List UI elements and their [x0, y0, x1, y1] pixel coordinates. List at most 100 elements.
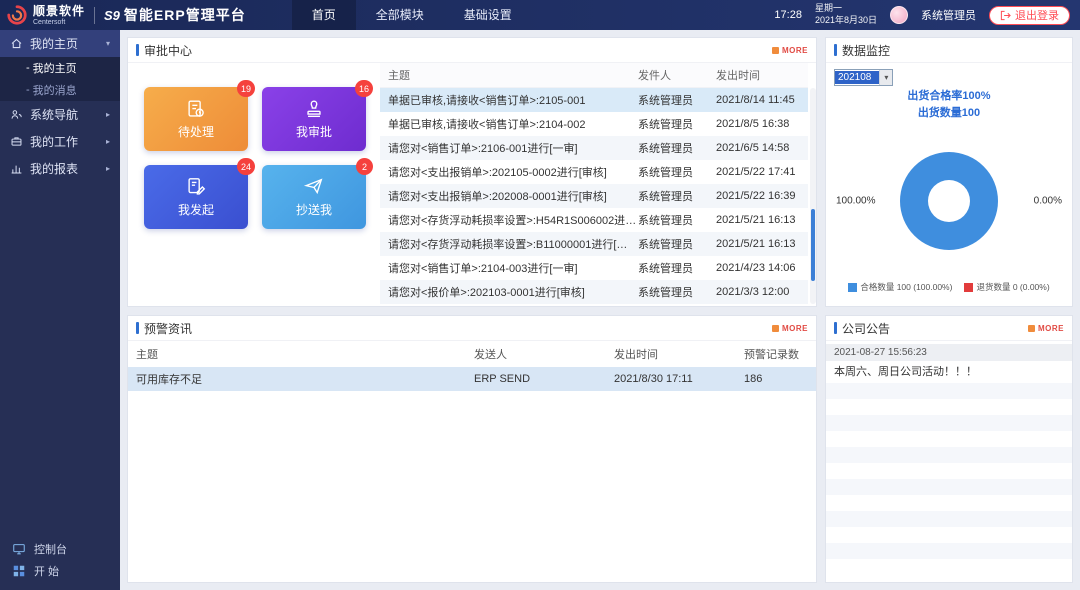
row-subject: 可用库存不足 [128, 371, 474, 387]
console-icon [12, 542, 26, 556]
alert-row[interactable]: 可用库存不足 ERP SEND 2021/8/30 17:11 186 [128, 367, 816, 391]
donut-label-left: 100.00% [836, 196, 875, 207]
col-sender: 发送人 [474, 346, 614, 362]
period-select[interactable]: 202108 ▾ [834, 69, 893, 86]
approvals-count-badge: 16 [355, 80, 373, 97]
approval-row[interactable]: 请您对<报价单>:202103-0001进行[审核] 系统管理员 2021/3/… [380, 280, 808, 304]
announcements-more-link[interactable]: MORE [1028, 324, 1064, 333]
title-accent-bar [136, 44, 139, 56]
row-time: 2021/5/22 16:39 [716, 190, 808, 202]
approval-row[interactable]: 请您对<存货浮动耗损率设置>:H54R1S006002进行[审核] 系统管理员 … [380, 208, 808, 232]
more-label: MORE [782, 46, 808, 55]
announcement-timestamp[interactable]: 2021-08-27 15:56:23 [826, 344, 1072, 361]
tile-label: 待处理 [178, 123, 214, 140]
announcements-title: 公司公告 [842, 320, 890, 337]
alerts-table-header: 主题 发送人 发出时间 预警记录数 [128, 341, 816, 367]
approval-panel-header: 审批中心 MORE [128, 38, 816, 63]
tile-label: 抄送我 [296, 201, 332, 218]
logout-button[interactable]: 退出登录 [989, 6, 1070, 25]
row-time: 2021/5/21 16:13 [716, 214, 808, 226]
scrollbar-thumb[interactable] [811, 209, 815, 281]
chart-legend: 合格数量 100 (100.00%) 退货数量 0 (0.00%) [834, 281, 1064, 293]
table-scrollbar[interactable] [810, 88, 816, 304]
nav-basic-settings[interactable]: 基础设置 [444, 0, 532, 30]
announcements-panel-header: 公司公告 MORE [826, 316, 1072, 341]
alerts-rows: 可用库存不足 ERP SEND 2021/8/30 17:11 186 [128, 367, 816, 391]
sidebar-item-my-work[interactable]: 我的工作 ▸ [0, 128, 120, 155]
approval-row[interactable]: 单据已审核,请接收<销售订单>:2105-001 系统管理员 2021/8/14… [380, 88, 808, 112]
announcement-text[interactable]: 本周六、周日公司活动！！！ [826, 361, 1072, 383]
start-button[interactable]: 开 始 [0, 560, 120, 582]
sidebar-subitem-label: 我的主页 [33, 60, 77, 76]
approval-row[interactable]: 请您对<销售订单>:2104-003进行[一审] 系统管理员 2021/4/23… [380, 256, 808, 280]
clipboard-clock-icon [185, 98, 207, 120]
initiated-count-badge: 24 [237, 158, 255, 175]
donut-label-right: 0.00% [1034, 196, 1062, 207]
username: 系统管理员 [921, 7, 976, 23]
sidebar-item-my-home[interactable]: 我的主页 [0, 57, 120, 79]
empty-rows [826, 383, 1072, 575]
approval-row[interactable]: 请您对<支出报销单>:202105-0002进行[审核] 系统管理员 2021/… [380, 160, 808, 184]
document-edit-icon [185, 176, 207, 198]
header-right: 17:28 星期一 2021年8月30日 系统管理员 退出登录 [774, 3, 1080, 26]
col-count: 预警记录数 [744, 346, 816, 362]
tile-label: 我审批 [296, 123, 332, 140]
bar-chart-icon [10, 162, 23, 175]
sidebar-item-system-nav[interactable]: 系统导航 ▸ [0, 101, 120, 128]
approval-table: 主题 发件人 发出时间 单据已审核,请接收<销售订单>:2105-001 系统管… [380, 63, 816, 306]
row-time: 2021/3/3 12:00 [716, 286, 808, 298]
legend-swatch [848, 283, 857, 292]
sidebar-item-label: 系统导航 [30, 106, 78, 123]
row-subject: 请您对<销售订单>:2106-001进行[一审] [380, 140, 638, 156]
period-value: 202108 [835, 71, 879, 84]
row-subject: 请您对<存货浮动耗损率设置>:B11000001进行[审核] [380, 236, 638, 252]
sidebar-item-my-home-group[interactable]: 我的主页 ▾ [0, 30, 120, 57]
approval-row[interactable]: 请您对<销售订单>:2106-001进行[一审] 系统管理员 2021/6/5 … [380, 136, 808, 160]
col-sender: 发件人 [638, 67, 716, 83]
donut-chart-area: 100.00% 0.00% [834, 127, 1064, 275]
tile-pending[interactable]: 19 待处理 [144, 87, 248, 151]
sidebar-item-my-messages[interactable]: 我的消息 [0, 79, 120, 101]
tile-my-initiated[interactable]: 24 我发起 [144, 165, 248, 229]
nav-home[interactable]: 首页 [292, 0, 356, 30]
data-monitor-panel: 数据监控 202108 ▾ 出货合格率100% 出货数量100 100.00% … [825, 37, 1073, 307]
user-avatar[interactable] [890, 6, 908, 24]
start-grid-icon [12, 564, 26, 578]
chevron-right-icon: ▸ [106, 110, 110, 119]
sidebar: 我的主页 ▾ 我的主页 我的消息 系统导航 ▸ 我的工作 ▸ 我的报表 ▸ [0, 30, 120, 590]
col-time: 发出时间 [614, 346, 744, 362]
logo-name: 顺景软件 [33, 5, 85, 17]
more-icon [772, 47, 779, 54]
row-sender: 系统管理员 [638, 188, 716, 204]
more-icon [772, 325, 779, 332]
row-subject: 请您对<支出报销单>:202105-0002进行[审核] [380, 164, 638, 180]
approval-center-title: 审批中心 [144, 42, 192, 59]
row-count: 186 [744, 373, 816, 385]
row-time: 2021/4/23 14:06 [716, 262, 808, 274]
app-logo: 顺景软件 Centersoft S9 [0, 4, 120, 26]
users-icon [10, 108, 23, 121]
logo-swirl-icon [6, 4, 28, 26]
nav-all-modules[interactable]: 全部模块 [356, 0, 444, 30]
row-time: 2021/8/14 11:45 [716, 94, 808, 106]
legend-label: 合格数量 100 (100.00%) [860, 281, 952, 293]
stamp-icon [303, 98, 325, 120]
tile-cc-me[interactable]: 2 抄送我 [262, 165, 366, 229]
tile-my-approvals[interactable]: 16 我审批 [262, 87, 366, 151]
approval-row[interactable]: 请您对<支出报销单>:202008-0001进行[审核] 系统管理员 2021/… [380, 184, 808, 208]
row-sender: 系统管理员 [638, 164, 716, 180]
monitor-body: 202108 ▾ 出货合格率100% 出货数量100 100.00% 0.00%… [826, 63, 1072, 306]
alerts-more-link[interactable]: MORE [772, 324, 808, 333]
legend-label: 退货数量 0 (0.00%) [976, 281, 1049, 293]
top-header: 顺景软件 Centersoft S9 智能ERP管理平台 首页 全部模块 基础设… [0, 0, 1080, 30]
console-button[interactable]: 控制台 [0, 538, 120, 560]
sidebar-item-label: 我的主页 [30, 35, 78, 52]
approval-row[interactable]: 请您对<存货浮动耗损率设置>:B11000001进行[审核] 系统管理员 202… [380, 232, 808, 256]
row-subject: 请您对<报价单>:202103-0001进行[审核] [380, 284, 638, 300]
approval-row[interactable]: 单据已审核,请接收<销售订单>:2104-002 系统管理员 2021/8/5 … [380, 112, 808, 136]
approval-rows: 单据已审核,请接收<销售订单>:2105-001 系统管理员 2021/8/14… [380, 88, 808, 304]
row-sender: ERP SEND [474, 373, 614, 385]
approval-more-link[interactable]: MORE [772, 46, 808, 55]
sidebar-item-my-reports[interactable]: 我的报表 ▸ [0, 155, 120, 182]
row-subject: 请您对<存货浮动耗损率设置>:H54R1S006002进行[审核] [380, 212, 638, 228]
